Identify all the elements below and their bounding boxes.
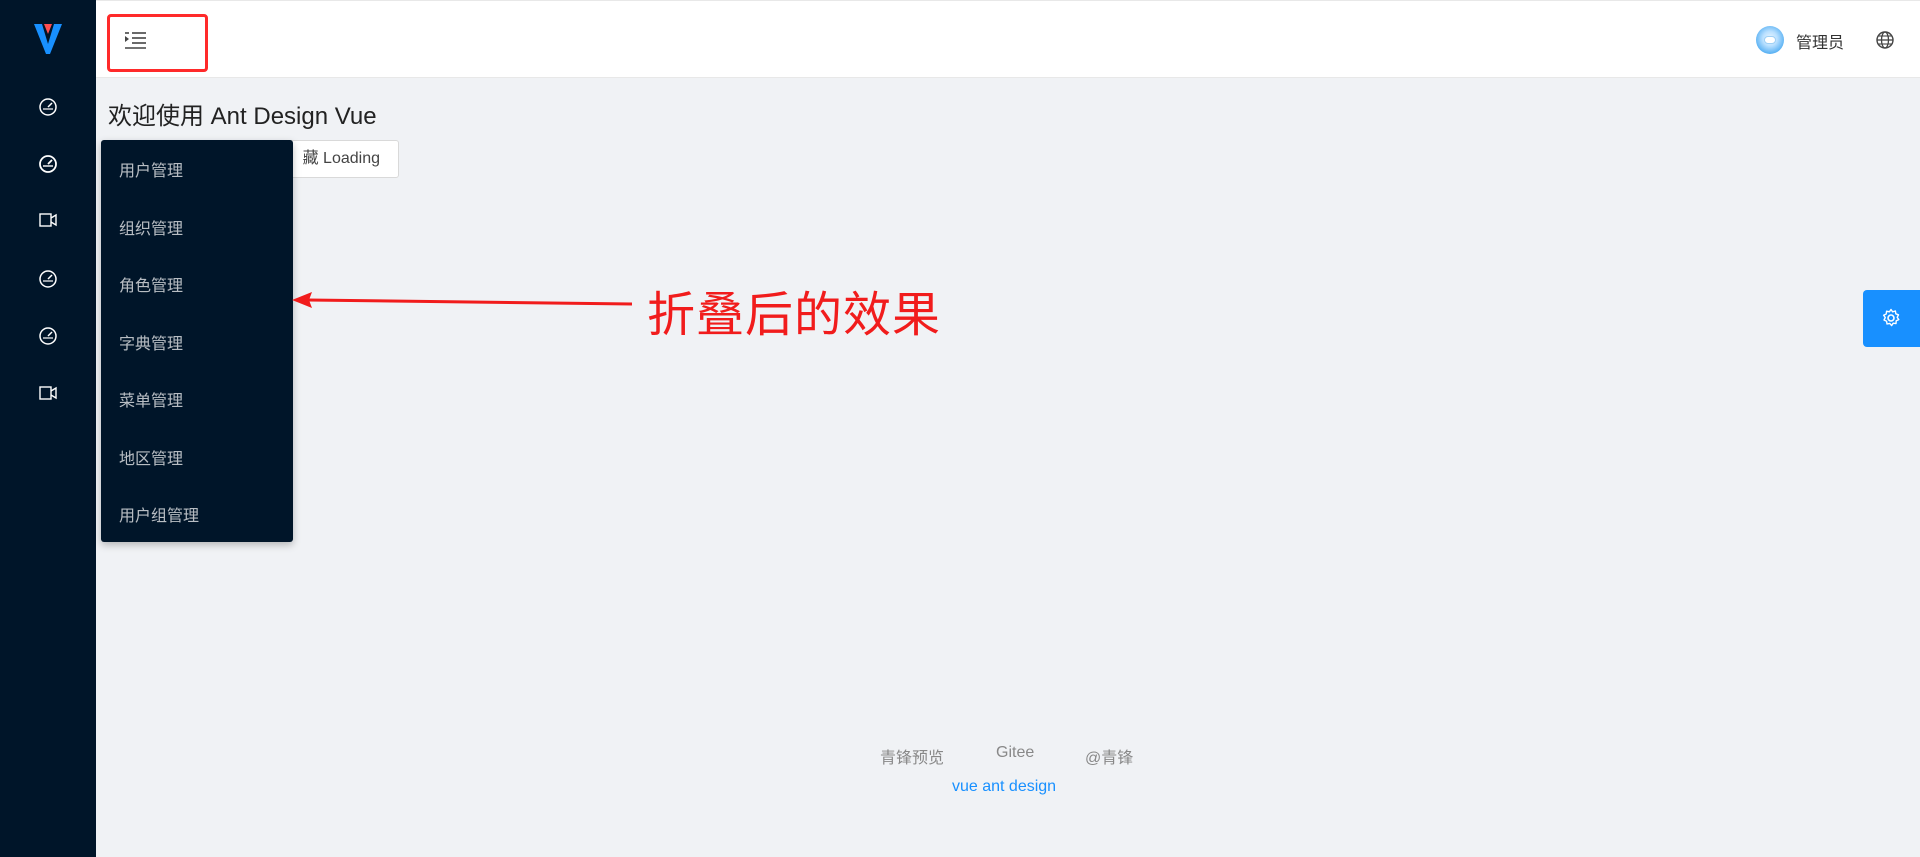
footer-link-gitee[interactable]: Gitee [996, 744, 1034, 762]
menu-item-menu-management[interactable]: 菜单管理 [101, 373, 293, 431]
username-label[interactable]: 管理员 [1796, 29, 1844, 53]
menu-item-dict-management[interactable]: 字典管理 [101, 316, 293, 374]
vue-logo[interactable] [32, 22, 64, 56]
top-header: 管理员 [96, 0, 1920, 78]
gear-icon [1882, 308, 1900, 327]
settings-button[interactable] [1863, 290, 1920, 347]
annotation-text: 折叠后的效果 [647, 289, 942, 342]
video-camera-icon[interactable] [38, 383, 58, 403]
footer-link-preview[interactable]: 青锋预览 [880, 744, 944, 768]
sidebar [0, 0, 96, 857]
annotation-arrow [292, 292, 632, 308]
dashboard-icon[interactable] [38, 325, 58, 345]
menu-item-org-management[interactable]: 组织管理 [101, 201, 293, 259]
menu-item-area-management[interactable]: 地区管理 [101, 431, 293, 489]
collapsed-submenu-popup: 用户管理 组织管理 角色管理 字典管理 菜单管理 地区管理 用户组管理 [101, 140, 293, 542]
page-title: 欢迎使用 Ant Design Vue [108, 103, 377, 130]
globe-icon[interactable] [1875, 30, 1895, 50]
menu-item-usergroup-management[interactable]: 用户组管理 [101, 488, 293, 546]
menu-unfold-icon [125, 32, 146, 49]
video-camera-icon[interactable] [38, 210, 58, 230]
footer-sub-link[interactable]: vue ant design [952, 778, 1056, 796]
menu-item-user-management[interactable]: 用户管理 [101, 143, 293, 201]
menu-collapse-button[interactable] [107, 14, 208, 72]
dashboard-icon[interactable] [38, 96, 58, 116]
avatar[interactable] [1756, 26, 1784, 54]
footer-link-author[interactable]: @青锋 [1085, 744, 1133, 768]
dashboard-icon[interactable] [38, 268, 58, 288]
dashboard-icon[interactable] [38, 153, 58, 173]
menu-item-role-management[interactable]: 角色管理 [101, 258, 293, 316]
